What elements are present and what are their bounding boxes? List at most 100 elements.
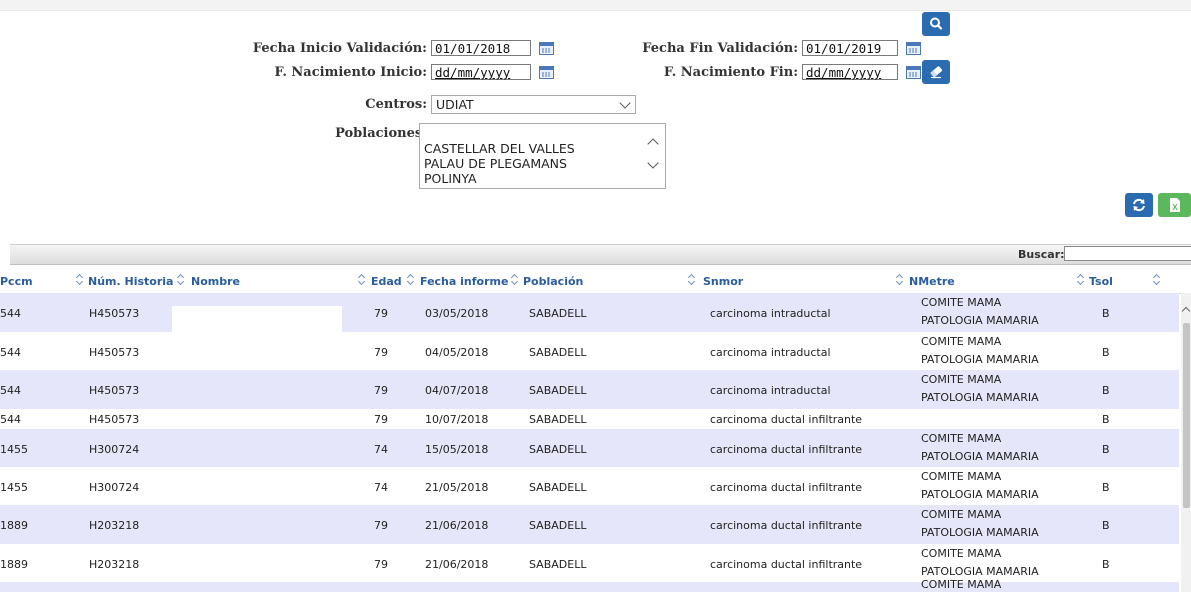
cell-snmor: carcinoma intraductal: [710, 307, 831, 320]
scrollbar-thumb[interactable]: [1183, 323, 1190, 508]
col-header-tsol[interactable]: Tsol: [1089, 275, 1113, 288]
cell-pccm: 1455: [0, 443, 28, 456]
export-excel-button[interactable]: X: [1158, 193, 1191, 217]
search-icon: [930, 17, 943, 30]
cell-pccm: 544: [0, 413, 21, 426]
fecha-inicio-input[interactable]: 01/01/2018: [431, 40, 531, 56]
calendar-icon[interactable]: [539, 66, 554, 79]
cell-snmor: carcinoma intraductal: [710, 384, 831, 397]
fecha-inicio-label: Fecha Inicio Validación:: [252, 41, 427, 56]
table-row[interactable]: 544 H450573 79 10/07/2018 SABADELL carci…: [0, 409, 1179, 429]
sort-icon[interactable]: [689, 274, 695, 284]
cell-historia: H203218: [89, 558, 140, 571]
table-row[interactable]: 1455 H300724 74 15/05/2018 SABADELL carc…: [0, 429, 1179, 467]
cell-historia: H300724: [89, 443, 140, 456]
eraser-icon: [930, 66, 943, 79]
col-header-nmetre[interactable]: NMetre: [909, 275, 955, 288]
scroll-up-icon[interactable]: [647, 138, 659, 150]
cell-fecha: 04/07/2018: [425, 384, 489, 397]
nacimiento-inicio-label: F. Nacimiento Inicio:: [274, 65, 427, 80]
cell-snmor: carcinoma intraductal: [710, 346, 831, 359]
col-header-edad[interactable]: Edad: [371, 275, 402, 288]
sort-icon[interactable]: [512, 274, 518, 284]
nacimiento-fin-input[interactable]: dd/mm/yyyy: [802, 64, 898, 80]
cell-poblacion: SABADELL: [529, 307, 587, 320]
refresh-button[interactable]: [1125, 193, 1153, 217]
poblacion-option[interactable]: PALAU DE PLEGAMANS: [420, 156, 575, 171]
cell-edad: 74: [374, 443, 388, 456]
chevron-down-icon: [619, 97, 631, 109]
poblacion-option[interactable]: POLINYA: [420, 171, 575, 186]
cell-fecha: 03/05/2018: [425, 307, 489, 320]
table-row[interactable]: 1455 H300724 74 21/05/2018 SABADELL carc…: [0, 467, 1179, 505]
search-button[interactable]: [922, 12, 950, 36]
sort-icon[interactable]: [77, 274, 83, 284]
cell-pccm: 544: [0, 346, 21, 359]
sort-icon[interactable]: [897, 274, 903, 284]
cell-nmetre: COMITE MAMA PATOLOGIA MAMARIA: [921, 432, 1039, 463]
sort-icon[interactable]: [178, 274, 184, 284]
calendar-icon[interactable]: [906, 66, 921, 79]
col-header-pccm[interactable]: Pccm: [0, 275, 33, 288]
col-header-historia[interactable]: Núm. Historia: [88, 275, 173, 288]
table-row[interactable]: 544 H450573 79 04/07/2018 SABADELL carci…: [0, 370, 1179, 409]
cell-pccm: 1455: [0, 481, 28, 494]
cell-historia: H450573: [89, 384, 140, 397]
table-row[interactable]: 1889 H203218 79 21/06/2018 SABADELL carc…: [0, 505, 1179, 544]
cell-historia: H450573: [89, 413, 140, 426]
cell-tsol: B: [1102, 481, 1110, 494]
cell-nmetre: COMITE MAMA PATOLOGIA MAMARIA: [921, 470, 1039, 501]
cell-historia: H450573: [89, 346, 140, 359]
col-header-snmor[interactable]: Snmor: [703, 275, 743, 288]
cell-snmor: carcinoma ductal infiltrante: [710, 443, 863, 456]
poblaciones-listbox[interactable]: CASTELLAR DEL VALLES PALAU DE PLEGAMANS …: [419, 123, 666, 189]
sort-icon[interactable]: [408, 274, 414, 284]
cell-tsol: B: [1102, 413, 1110, 426]
table-search-input[interactable]: [1064, 246, 1191, 261]
sort-icon[interactable]: [1154, 274, 1160, 284]
col-header-nombre[interactable]: Nombre: [191, 275, 240, 288]
excel-icon: X: [1170, 198, 1180, 212]
cell-fecha: 21/05/2018: [425, 481, 489, 494]
search-label: Buscar:: [1018, 248, 1065, 261]
cell-edad: 79: [374, 307, 388, 320]
cell-fecha: 21/06/2018: [425, 558, 489, 571]
col-header-poblacion[interactable]: Población: [523, 275, 583, 288]
table-row[interactable]: 544 H450573 79 03/05/2018 SABADELL carci…: [0, 293, 1179, 332]
cell-poblacion: SABADELL: [529, 413, 587, 426]
refresh-icon: [1133, 198, 1145, 212]
table-body: 544 H450573 79 03/05/2018 SABADELL carci…: [0, 293, 1179, 592]
cell-tsol: B: [1102, 307, 1110, 320]
nacimiento-inicio-input[interactable]: dd/mm/yyyy: [431, 64, 531, 80]
cell-fecha: 04/05/2018: [425, 346, 489, 359]
clear-filters-button[interactable]: [922, 60, 950, 84]
cell-tsol: B: [1102, 346, 1110, 359]
cell-edad: 79: [374, 558, 388, 571]
table-scrollbar[interactable]: [1181, 293, 1191, 592]
nacimiento-fin-label: F. Nacimiento Fin:: [663, 65, 798, 80]
sort-icon[interactable]: [359, 274, 365, 284]
cell-poblacion: SABADELL: [529, 346, 587, 359]
top-strip: [0, 0, 1191, 11]
centros-select[interactable]: UDIAT: [431, 95, 636, 114]
scroll-down-icon[interactable]: [647, 157, 659, 169]
calendar-icon[interactable]: [906, 42, 921, 55]
sort-icon[interactable]: [1078, 274, 1084, 284]
cell-edad: 79: [374, 384, 388, 397]
poblacion-option[interactable]: CASTELLAR DEL VALLES: [420, 141, 575, 156]
cell-poblacion: SABADELL: [529, 443, 587, 456]
cell-fecha: 15/05/2018: [425, 443, 489, 456]
cell-fecha: 10/07/2018: [425, 413, 489, 426]
table-row[interactable]: COMITE MAMA PATOLOGIA: [0, 578, 1179, 592]
col-header-fecha[interactable]: Fecha informe: [420, 275, 508, 288]
cell-edad: 79: [374, 413, 388, 426]
calendar-icon[interactable]: [539, 42, 554, 55]
fecha-fin-input[interactable]: 01/01/2019: [802, 40, 898, 56]
table-row[interactable]: 544 H450573 79 04/05/2018 SABADELL carci…: [0, 332, 1179, 370]
scroll-up-icon[interactable]: [1181, 306, 1191, 316]
cell-nmetre: COMITE MAMA PATOLOGIA MAMARIA: [921, 335, 1039, 366]
centros-selected-value: UDIAT: [436, 97, 474, 112]
fecha-fin-label: Fecha Fin Validación:: [642, 41, 798, 56]
cell-snmor: carcinoma ductal infiltrante: [710, 558, 863, 571]
cell-pccm: 1889: [0, 558, 28, 571]
